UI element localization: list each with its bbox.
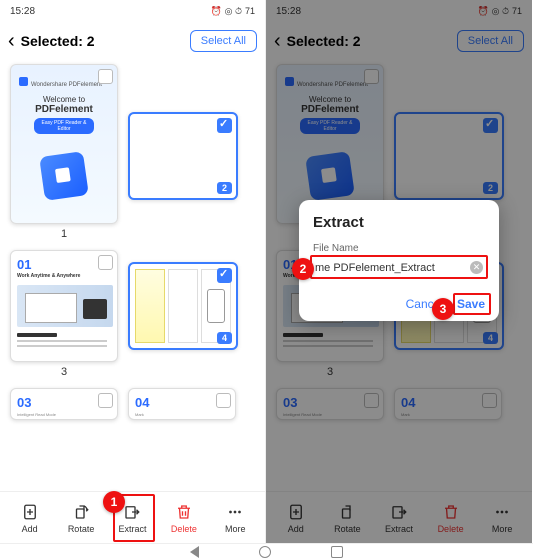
- highlight-box: [453, 293, 491, 315]
- status-icons: ⏰ ◎ ⏱ 71: [211, 6, 255, 17]
- pdfelement-cube-icon: [39, 151, 89, 201]
- nav-back-icon[interactable]: [190, 546, 199, 558]
- rotate-button[interactable]: Rotate: [58, 502, 104, 534]
- trash-icon: [174, 502, 194, 522]
- toolbar: Add Rotate Extract Delete More: [0, 491, 265, 543]
- page-badge: 4: [217, 332, 232, 344]
- callout-3: 3: [432, 298, 454, 320]
- checkbox-icon[interactable]: [217, 268, 232, 283]
- page-thumb-2[interactable]: 2: [128, 112, 238, 240]
- status-bar: 15:28 ⏰ ◎ ⏱ 71: [0, 0, 265, 22]
- add-button[interactable]: Add: [7, 502, 53, 534]
- more-button[interactable]: More: [212, 502, 258, 534]
- highlight-box: [310, 255, 488, 279]
- checkbox-icon[interactable]: [98, 393, 113, 408]
- page-thumb-4[interactable]: 4: [128, 262, 238, 378]
- page-badge: 2: [217, 182, 232, 194]
- checkbox-icon[interactable]: [98, 255, 113, 270]
- checkbox-icon[interactable]: [216, 393, 231, 408]
- page-caption: 1: [61, 228, 67, 240]
- rotate-icon: [71, 502, 91, 522]
- page-thumb-6[interactable]: 04 Mark: [128, 388, 236, 420]
- checkbox-icon[interactable]: [98, 69, 113, 84]
- callout-1: 1: [103, 491, 125, 513]
- page-thumb-5[interactable]: 03 Intelligent Read Mode: [10, 388, 118, 420]
- nav-recent-icon[interactable]: [331, 546, 343, 558]
- checkbox-icon[interactable]: [217, 118, 232, 133]
- android-nav: [0, 543, 533, 560]
- screen-right: 15:28 ⏰ ◎ ⏱ 71 ‹ Selected: 2 Select All …: [266, 0, 532, 543]
- add-icon: [20, 502, 40, 522]
- more-icon: [225, 502, 245, 522]
- page-caption: 3: [61, 366, 67, 378]
- nav-home-icon[interactable]: [259, 546, 271, 558]
- delete-button[interactable]: Delete: [161, 502, 207, 534]
- page-thumb-3[interactable]: 01 Work Anytime & Anywhere 3: [10, 250, 118, 378]
- select-all-button[interactable]: Select All: [190, 30, 257, 52]
- header: ‹ Selected: 2 Select All: [0, 22, 265, 60]
- page-grid: Wondershare PDFelement Welcome to PDFele…: [0, 60, 265, 424]
- page-title: Selected: 2: [21, 33, 184, 49]
- back-icon[interactable]: ‹: [8, 30, 15, 53]
- filename-label: File Name: [313, 243, 485, 254]
- callout-2: 2: [292, 258, 314, 280]
- screen-left: 15:28 ⏰ ◎ ⏱ 71 ‹ Selected: 2 Select All …: [0, 0, 266, 543]
- status-time: 15:28: [10, 6, 35, 17]
- page-thumb-1[interactable]: Wondershare PDFelement Welcome to PDFele…: [10, 64, 118, 240]
- devices-illustration: [17, 285, 113, 327]
- extract-dialog: Extract File Name ✕ Cancel Save: [299, 200, 499, 321]
- dialog-title: Extract: [313, 214, 485, 231]
